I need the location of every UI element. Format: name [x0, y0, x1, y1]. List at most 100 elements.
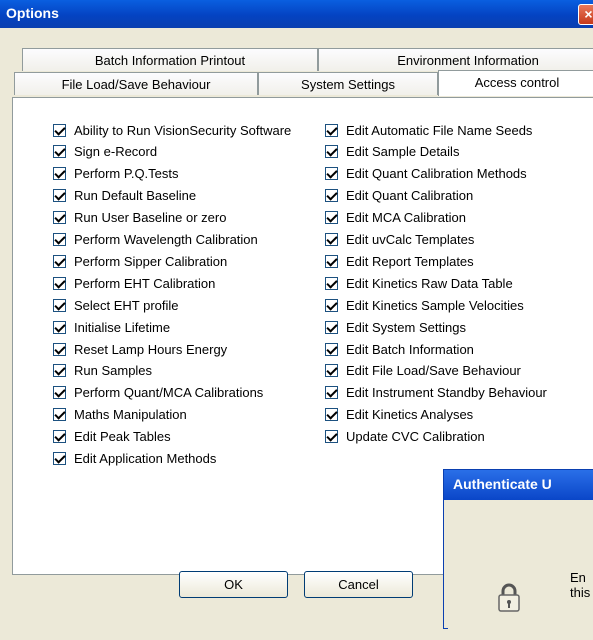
permission-sign-e-record[interactable]: Sign e-Record	[53, 143, 157, 161]
checkbox-checked-icon[interactable]	[325, 320, 338, 334]
checkbox-checked-icon[interactable]	[53, 211, 66, 225]
permission-label: Edit Automatic File Name Seeds	[346, 122, 533, 138]
permission-label: Reset Lamp Hours Energy	[74, 341, 228, 357]
cancel-button[interactable]: Cancel	[304, 571, 413, 598]
permission-initialise-lifetime[interactable]: Initialise Lifetime	[53, 318, 170, 336]
authenticate-text-line1: En	[570, 570, 586, 585]
checkbox-checked-icon[interactable]	[53, 320, 66, 334]
permission-run-samples[interactable]: Run Samples	[53, 362, 152, 380]
permission-label: Run User Baseline or zero	[74, 210, 227, 226]
permission-label: Edit System Settings	[346, 319, 466, 335]
permission-edit-kinetics-sample-velocities[interactable]: Edit Kinetics Sample Velocities	[325, 296, 524, 314]
permission-perform-sipper-calibration[interactable]: Perform Sipper Calibration	[53, 252, 227, 270]
checkbox-checked-icon[interactable]	[325, 430, 338, 444]
close-button[interactable]: ×	[578, 4, 593, 25]
close-icon: ×	[584, 6, 593, 22]
permission-maths-manipulation[interactable]: Maths Manipulation	[53, 406, 187, 424]
permission-edit-batch-information[interactable]: Edit Batch Information	[325, 340, 474, 358]
checkbox-checked-icon[interactable]	[325, 276, 338, 290]
checkbox-checked-icon[interactable]	[53, 452, 66, 465]
permission-reset-lamp-hours-energy[interactable]: Reset Lamp Hours Energy	[53, 340, 227, 358]
checkbox-checked-icon[interactable]	[325, 298, 338, 312]
permission-label: Edit Report Templates	[346, 253, 474, 269]
tab-label: File Load/Save Behaviour	[61, 77, 211, 92]
checkbox-checked-icon[interactable]	[325, 342, 338, 356]
checkbox-checked-icon[interactable]	[325, 167, 338, 181]
permission-edit-system-settings[interactable]: Edit System Settings	[325, 318, 466, 336]
tab-file-load-save-behaviour[interactable]: File Load/Save Behaviour	[14, 72, 258, 95]
permission-label: Sign e-Record	[74, 144, 158, 160]
permission-edit-mca-calibration[interactable]: Edit MCA Calibration	[325, 209, 466, 227]
permission-label: Perform Quant/MCA Calibrations	[74, 385, 264, 401]
checkbox-checked-icon[interactable]	[325, 364, 338, 378]
checkbox-checked-icon[interactable]	[53, 189, 66, 203]
permission-label: Edit Quant Calibration Methods	[346, 166, 527, 182]
permission-perform-wavelength-calibration[interactable]: Perform Wavelength Calibration	[53, 231, 258, 249]
checkbox-checked-icon[interactable]	[53, 167, 66, 181]
permission-edit-quant-calibration-methods[interactable]: Edit Quant Calibration Methods	[325, 165, 527, 183]
permission-edit-quant-calibration[interactable]: Edit Quant Calibration	[325, 187, 473, 205]
tab-label: System Settings	[301, 77, 395, 92]
permission-perform-quant-mca-calibrations[interactable]: Perform Quant/MCA Calibrations	[53, 384, 263, 402]
permission-update-cvc-calibration[interactable]: Update CVC Calibration	[325, 428, 485, 446]
authenticate-title-bar: Authenticate U	[444, 470, 593, 500]
permission-edit-report-templates[interactable]: Edit Report Templates	[325, 252, 474, 270]
checkbox-checked-icon[interactable]	[325, 189, 338, 203]
window-title: Options	[6, 5, 59, 21]
permission-label: Edit File Load/Save Behaviour	[346, 363, 521, 379]
checkbox-checked-icon[interactable]	[53, 298, 66, 312]
permission-label: Edit Kinetics Raw Data Table	[346, 275, 513, 291]
checkbox-checked-icon[interactable]	[325, 145, 338, 159]
permission-label: Perform P.Q.Tests	[74, 166, 179, 182]
permission-edit-peak-tables[interactable]: Edit Peak Tables	[53, 428, 171, 446]
tab-system-settings[interactable]: System Settings	[258, 72, 438, 95]
permission-label: Edit Batch Information	[346, 341, 474, 357]
permission-edit-kinetics-analyses[interactable]: Edit Kinetics Analyses	[325, 406, 473, 424]
tab-access-control[interactable]: Access control	[438, 70, 593, 96]
checkbox-checked-icon[interactable]	[325, 254, 338, 268]
permission-label: Perform Sipper Calibration	[74, 253, 228, 269]
permission-edit-uvcalc-templates[interactable]: Edit uvCalc Templates	[325, 231, 474, 249]
tab-environment-information[interactable]: Environment Information	[318, 48, 593, 71]
permission-run-default-baseline[interactable]: Run Default Baseline	[53, 187, 196, 205]
permission-label: Perform Wavelength Calibration	[74, 232, 258, 247]
lock-icon	[498, 583, 520, 612]
checkbox-checked-icon[interactable]	[53, 430, 66, 444]
checkbox-checked-icon[interactable]	[53, 276, 66, 290]
permission-label: Edit Peak Tables	[74, 429, 171, 445]
checkbox-checked-icon[interactable]	[53, 386, 66, 400]
checkbox-checked-icon[interactable]	[325, 408, 338, 422]
permission-label: Maths Manipulation	[74, 407, 187, 423]
permission-ability-to-run-visionsecurity-software[interactable]: Ability to Run VisionSecurity Software	[53, 121, 291, 139]
ok-button[interactable]: OK	[179, 571, 288, 598]
permission-run-user-baseline-or-zero[interactable]: Run User Baseline or zero	[53, 209, 226, 227]
permission-perform-p-q-tests[interactable]: Perform P.Q.Tests	[53, 165, 179, 183]
permission-label: Edit Instrument Standby Behaviour	[346, 385, 547, 401]
checkbox-checked-icon[interactable]	[53, 342, 66, 356]
checkbox-checked-icon[interactable]	[53, 123, 66, 137]
permission-edit-kinetics-raw-data-table[interactable]: Edit Kinetics Raw Data Table	[325, 274, 513, 292]
permission-edit-application-methods[interactable]: Edit Application Methods	[53, 450, 216, 468]
checkbox-checked-icon[interactable]	[325, 123, 338, 137]
permission-edit-instrument-standby-behaviour[interactable]: Edit Instrument Standby Behaviour	[325, 384, 547, 402]
tab-label: Batch Information Printout	[94, 53, 246, 68]
permission-label: Edit Sample Details	[346, 144, 460, 160]
checkbox-checked-icon[interactable]	[53, 408, 66, 422]
checkbox-checked-icon[interactable]	[53, 364, 66, 378]
checkbox-checked-icon[interactable]	[53, 233, 66, 246]
permission-label: Edit Kinetics Sample Velocities	[346, 297, 524, 313]
permission-perform-eht-calibration[interactable]: Perform EHT Calibration	[53, 274, 215, 292]
checkbox-checked-icon[interactable]	[325, 211, 338, 225]
checkbox-checked-icon[interactable]	[53, 254, 66, 268]
checkbox-checked-icon[interactable]	[53, 145, 66, 159]
permission-label: Ability to Run VisionSecurity Software	[74, 122, 292, 138]
tab-batch-information-printout[interactable]: Batch Information Printout	[22, 48, 318, 71]
authenticate-text-line2: this	[570, 585, 591, 600]
permission-edit-sample-details[interactable]: Edit Sample Details	[325, 143, 459, 161]
checkbox-checked-icon[interactable]	[325, 233, 338, 246]
permission-edit-file-load-save-behaviour[interactable]: Edit File Load/Save Behaviour	[325, 362, 521, 380]
permission-select-eht-profile[interactable]: Select EHT profile	[53, 296, 179, 314]
permission-label: Update CVC Calibration	[346, 429, 485, 445]
permission-edit-automatic-file-name-seeds[interactable]: Edit Automatic File Name Seeds	[325, 121, 532, 139]
checkbox-checked-icon[interactable]	[325, 386, 338, 400]
